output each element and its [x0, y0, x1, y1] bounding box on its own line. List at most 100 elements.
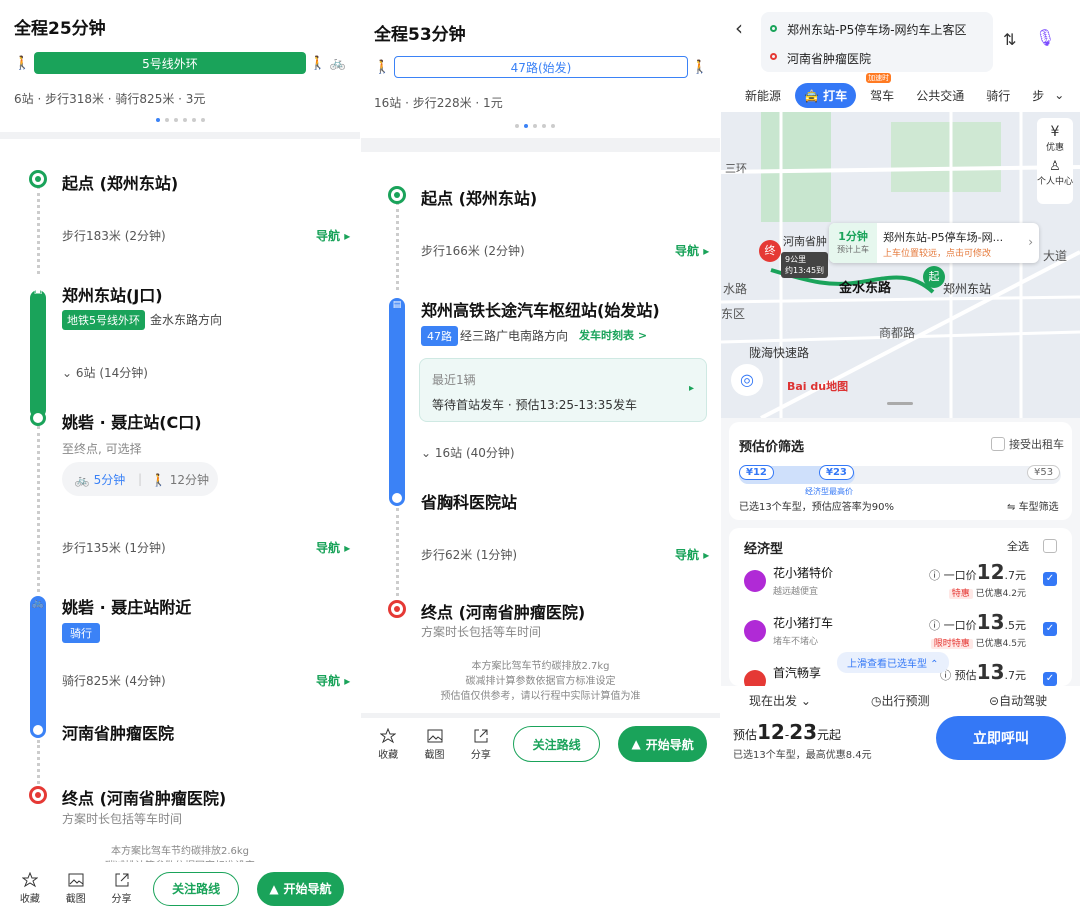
- end-note: 方案时长包括等车时间: [421, 625, 542, 639]
- estimate-price: 预估12-23元起: [733, 720, 842, 744]
- start-point: 起点 (郑州东站): [62, 174, 179, 193]
- yen-icon: ¥: [1050, 124, 1060, 140]
- accept-taxi-checkbox[interactable]: 接受出租车: [991, 436, 1064, 452]
- share-button[interactable]: 分享: [467, 728, 495, 761]
- swap-icon[interactable]: ⇅: [1003, 30, 1016, 49]
- follow-route-button[interactable]: 关注路线: [153, 871, 239, 906]
- hot-badge: 加速时: [866, 72, 892, 83]
- chevron-down-icon[interactable]: ⌄: [1054, 88, 1064, 102]
- destination-field[interactable]: 河南省肿瘤医院: [787, 50, 871, 67]
- start-nav-button[interactable]: ▲ 开始导航: [256, 871, 345, 906]
- call-now-button[interactable]: 立即呼叫: [936, 716, 1066, 760]
- share-icon: [115, 873, 129, 887]
- walk-option[interactable]: 🚶 12分钟: [142, 471, 218, 488]
- origin-field[interactable]: 郑州东站-P5停车场-网约车上客区: [787, 21, 967, 38]
- walk-step: 步行183米 (2分钟): [62, 229, 166, 243]
- car-row[interactable]: 花小猪特价 越远越便宜 ⓘ 一口价12.7元 特惠 已优惠4.2元 ✓: [729, 560, 1072, 610]
- slider-mid-handle[interactable]: ¥23: [819, 465, 854, 480]
- car-checkbox[interactable]: ✓: [1043, 672, 1057, 686]
- back-icon[interactable]: ‹: [735, 16, 743, 40]
- forecast-button[interactable]: ◷出行预测: [871, 692, 930, 709]
- locate-icon[interactable]: ◎: [731, 364, 763, 396]
- pickup-eta: 1分钟 预计上车: [829, 223, 877, 263]
- tab-bike[interactable]: 骑行: [986, 87, 1010, 104]
- personal-center-button[interactable]: ♙ 个人中心: [1037, 159, 1073, 187]
- favorite-button[interactable]: 收藏: [16, 872, 44, 905]
- walk-step: 步行62米 (1分钟): [421, 548, 518, 562]
- chevron-right-icon: ›: [1028, 235, 1033, 249]
- nav-link[interactable]: 导航 ▸: [675, 546, 709, 563]
- favorite-button[interactable]: 收藏: [374, 727, 402, 761]
- nav-link[interactable]: 导航 ▸: [316, 672, 350, 689]
- selected-summary: 已选13个车型，预估应答率为90%: [739, 502, 894, 513]
- metro-exit-station: 姚砦 · 聂庄站(C口): [62, 413, 202, 432]
- bike-line: [30, 596, 46, 736]
- start-pin: 起: [923, 266, 945, 288]
- depart-time-select[interactable]: 现在出发 ⌄: [749, 692, 811, 709]
- screenshot-button[interactable]: 截图: [62, 872, 90, 905]
- nav-link[interactable]: 导航 ▸: [316, 539, 350, 556]
- start-marker: [388, 186, 406, 204]
- select-all-checkbox[interactable]: [1043, 539, 1057, 553]
- start-marker: [29, 170, 47, 188]
- ride-hailing-panel: ‹ 郑州东站-P5停车场-网约车上客区 河南省肿瘤医院 ⇅ 🎙 新能源 🚖 打车…: [721, 0, 1080, 915]
- bike-icon: 🚲: [74, 472, 90, 487]
- end-point: 终点 (河南省肿瘤医院): [62, 789, 227, 808]
- metro-segment: 5号线外环: [34, 52, 306, 74]
- page-dots[interactable]: [515, 124, 555, 128]
- plan-meta: 6站 · 步行318米 · 骑行825米 · 3元: [14, 92, 206, 106]
- car-brand-icon: [744, 620, 766, 642]
- walk-icon: 🚶: [150, 472, 166, 487]
- stops-expander[interactable]: ⌄ 6站 (14分钟): [62, 364, 148, 381]
- plan-meta: 16站 · 步行228米 · 1元: [374, 96, 503, 110]
- route-bar: 🚶 47路(始发) 🚶: [374, 56, 708, 78]
- share-button[interactable]: 分享: [108, 872, 136, 905]
- nav-link[interactable]: 导航 ▸: [316, 227, 350, 244]
- bus-line: [389, 298, 405, 504]
- tab-walk[interactable]: 步: [1032, 87, 1044, 104]
- bus-icon: ▤: [392, 300, 402, 310]
- car-filter-link[interactable]: ⇋ 车型筛选: [1007, 498, 1059, 513]
- pickup-card[interactable]: 1分钟 预计上车 郑州东站-P5停车场-网... 上车位置较远，点击可修改 ›: [829, 223, 1039, 263]
- autodrive-button[interactable]: ⊝自动驾驶: [989, 692, 1047, 709]
- screenshot-button[interactable]: 截图: [420, 728, 448, 761]
- info-icon: ⓘ: [929, 569, 941, 582]
- slide-hint[interactable]: 上滑查看已选车型 ⌃: [837, 652, 949, 673]
- follow-route-button[interactable]: 关注路线: [513, 726, 601, 762]
- poi-label: 河南省肿: [783, 235, 827, 248]
- timetable-link[interactable]: 发车时刻表 >: [579, 327, 647, 343]
- walk-line: [37, 426, 40, 592]
- bike-tag: 骑行: [62, 623, 100, 643]
- bus-exit-station: 省胸科医院站: [421, 493, 518, 512]
- tab-drive[interactable]: 驾车 加速时: [866, 72, 894, 104]
- voice-icon[interactable]: 🎙: [1035, 28, 1055, 47]
- drag-handle[interactable]: [887, 402, 913, 405]
- last-mile-options[interactable]: 🚲 5分钟 | 🚶 12分钟: [62, 462, 218, 496]
- user-icon: ♙: [1049, 159, 1061, 174]
- bus-arrival-card[interactable]: 最近1辆 等待首站发车 · 预估13:25-13:35发车 ▸: [419, 358, 707, 422]
- walk-metro-bike-plan: 全程25分钟 🚶 5号线外环 🚶 🚲 6站 · 步行318米 · 骑行825米 …: [0, 0, 360, 915]
- destination-dot: [770, 53, 777, 60]
- nav-link[interactable]: 导航 ▸: [675, 242, 709, 259]
- car-checkbox[interactable]: ✓: [1043, 622, 1057, 636]
- origin-dot: [770, 25, 777, 32]
- tab-transit[interactable]: 公共交通: [916, 87, 964, 104]
- bus-plan: 全程53分钟 🚶 47路(始发) 🚶 16站 · 步行228米 · 1元 起点 …: [361, 0, 720, 915]
- chevron-right-icon: ▸: [688, 383, 694, 394]
- select-all-label[interactable]: 全选: [1007, 538, 1029, 554]
- coupon-button[interactable]: ¥ 优惠: [1037, 124, 1073, 153]
- tab-new-energy[interactable]: 新能源: [745, 87, 781, 104]
- slider-min-handle[interactable]: ¥12: [739, 465, 774, 480]
- tab-taxi[interactable]: 🚖 打车: [795, 82, 857, 108]
- start-nav-button[interactable]: ▲ 开始导航: [618, 726, 708, 762]
- bus-tag: 47路: [421, 326, 458, 346]
- image-icon: [68, 873, 84, 887]
- wait-info: 等待首站发车 · 预估13:25-13:35发车: [432, 398, 637, 412]
- map[interactable]: 三环 大道 水路 东区 金水东路 商都路 陇海快速路 郑州东站 河南省肿 终 9…: [721, 112, 1080, 418]
- steering-icon: ⊝: [989, 694, 1000, 708]
- stops-expander[interactable]: ⌄ 16站 (40分钟): [421, 444, 515, 461]
- page-dots[interactable]: [156, 118, 205, 122]
- bus-station: 郑州高铁长途汽车枢纽站(始发站): [421, 301, 660, 320]
- bike-option[interactable]: 🚲 5分钟: [62, 471, 138, 488]
- car-checkbox[interactable]: ✓: [1043, 572, 1057, 586]
